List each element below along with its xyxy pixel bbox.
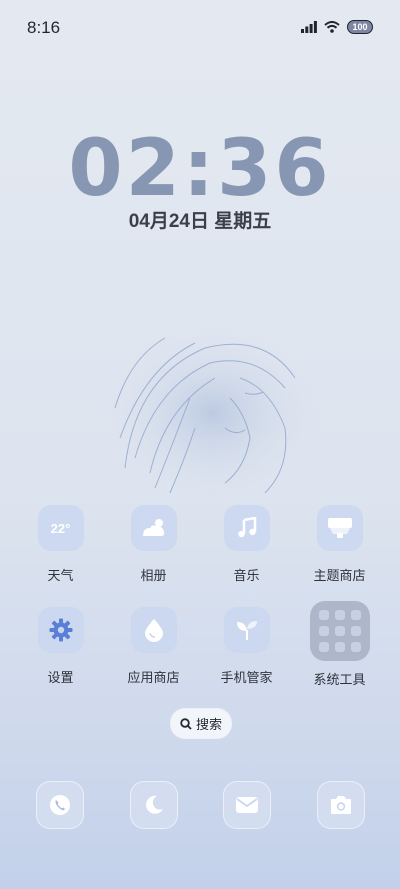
folder-mini-app <box>334 642 345 652</box>
app-label: 手机管家 <box>220 670 273 685</box>
app-settings[interactable]: 设置 <box>14 607 107 686</box>
app-app-store[interactable]: 应用商店 <box>107 607 200 686</box>
lock-date: 04月24日 星期五 <box>128 211 272 232</box>
dock <box>0 781 400 831</box>
camera-icon <box>331 796 351 814</box>
mail-icon <box>236 797 258 813</box>
status-bar: 8:16 100 <box>0 0 400 56</box>
weather-icon: 22° <box>37 505 84 551</box>
app-store-drop-icon <box>130 607 177 653</box>
wallpaper-portrait-sketch <box>98 321 328 505</box>
app-label: 应用商店 <box>127 670 180 685</box>
dock-camera-button[interactable] <box>317 781 365 829</box>
app-theme-store[interactable]: 主题商店 <box>293 505 386 584</box>
app-label: 主题商店 <box>313 568 366 583</box>
battery-indicator: 100 <box>347 20 373 34</box>
folder-mini-app <box>318 626 329 636</box>
dock-phone-button[interactable] <box>36 781 84 829</box>
dock-mail-button[interactable] <box>223 781 271 829</box>
status-time: 8:16 <box>27 18 61 37</box>
app-phone-manager[interactable]: 手机管家 <box>200 607 293 686</box>
moon-icon <box>146 795 163 814</box>
music-icon <box>223 505 270 551</box>
dock-moon-button[interactable] <box>130 781 178 829</box>
folder-icon <box>309 601 370 661</box>
folder-mini-app <box>334 626 345 636</box>
wifi-icon <box>324 21 340 33</box>
phone-icon <box>50 795 70 815</box>
signal-icon <box>301 21 317 33</box>
folder-mini-app <box>318 642 329 652</box>
app-weather[interactable]: 22° 天气 <box>14 505 107 584</box>
folder-mini-app <box>350 642 361 652</box>
phone-manager-leaf-icon <box>223 607 270 653</box>
folder-mini-app <box>350 610 361 620</box>
settings-gear-icon <box>37 607 84 653</box>
theme-store-icon <box>316 505 363 551</box>
search-icon <box>180 717 192 730</box>
app-label: 天气 <box>47 568 74 583</box>
app-label: 系统工具 <box>313 672 366 687</box>
lock-clock: 02:36 <box>68 124 332 214</box>
app-gallery[interactable]: 相册 <box>107 505 200 584</box>
gallery-icon <box>130 505 177 551</box>
folder-mini-app <box>334 610 345 620</box>
app-label: 音乐 <box>233 568 260 583</box>
weather-temp: 22° <box>50 520 71 536</box>
folder-mini-app <box>318 610 329 620</box>
app-label: 设置 <box>47 670 74 685</box>
search-button[interactable]: 搜索 <box>170 708 232 739</box>
status-icons: 100 <box>301 20 373 34</box>
folder-mini-app <box>350 626 361 636</box>
search-label: 搜索 <box>195 717 222 732</box>
app-label: 相册 <box>140 568 167 583</box>
app-music[interactable]: 音乐 <box>200 505 293 584</box>
app-system-tools-folder[interactable]: 系统工具 <box>293 601 386 688</box>
